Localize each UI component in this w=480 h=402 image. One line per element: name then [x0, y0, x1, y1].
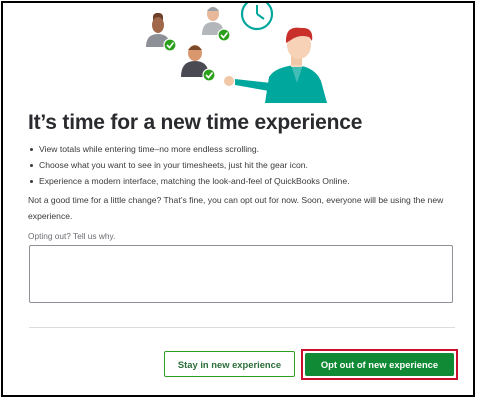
opt-out-description: Not a good time for a little change? Tha…: [28, 195, 444, 221]
opt-out-reason-field[interactable]: [29, 245, 453, 303]
dialog: It’s time for a new time experience View…: [1, 1, 475, 397]
divider: [29, 327, 455, 328]
check-badge-icon: [217, 28, 231, 42]
opt-out-reason-label: Opting out? Tell us why.: [28, 231, 116, 241]
header-illustration: [146, 3, 327, 103]
opt-out-button[interactable]: Opt out of new experience: [305, 353, 454, 376]
presenter-person-icon: [224, 27, 327, 103]
list-item: Choose what you want to see in your time…: [28, 157, 350, 173]
page-title: It’s time for a new time experience: [28, 111, 363, 134]
check-badge-icon: [163, 38, 177, 52]
list-item: View totals while entering time–no more …: [28, 141, 350, 157]
stay-in-new-experience-button[interactable]: Stay in new experience: [164, 351, 295, 377]
clock-icon: [240, 3, 274, 31]
check-badge-icon: [202, 68, 216, 82]
list-item: Experience a modern interface, matching …: [28, 173, 350, 189]
feature-list: View totals while entering time–no more …: [28, 141, 350, 189]
